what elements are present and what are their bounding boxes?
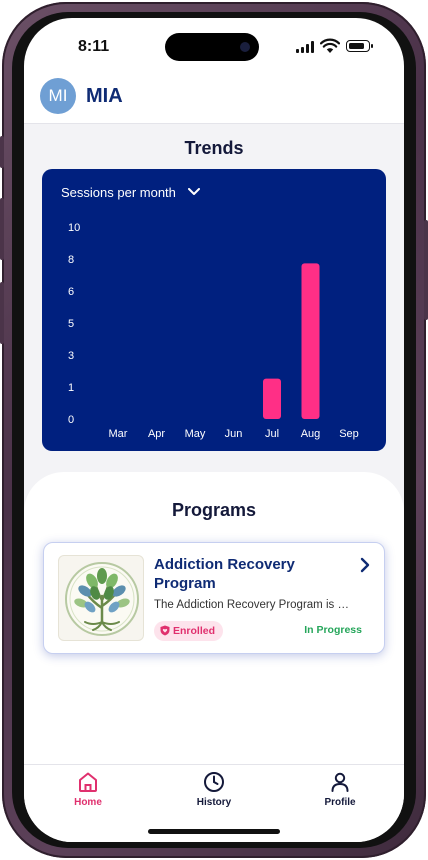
x-tick-label: May [185,428,206,440]
tab-history-label: History [196,797,232,808]
sessions-chart: 0 1 3 5 6 8 10 Mar Apr May Jun Jul Aug Sep [68,222,359,440]
y-tick-label: 5 [68,318,74,330]
dynamic-island [165,33,259,61]
avatar[interactable]: MI [40,78,76,114]
x-tick-label: Apr [148,428,165,440]
trends-title: Trends [184,138,244,158]
bar-aug[interactable] [301,263,320,419]
x-tick-label: Jun [225,428,243,440]
program-card[interactable]: Addiction Recovery Program The Addiction… [43,542,385,654]
x-tick-label: Jul [265,428,279,440]
tab-home[interactable]: Home [48,771,128,821]
chart-metric-dropdown[interactable]: Sessions per month [61,185,200,200]
tab-profile-label: Profile [324,797,356,808]
y-tick-label: 1 [68,382,74,394]
tab-bar: Home History Profile [24,764,404,842]
volume-up-button [0,198,4,260]
trends-chart-card: 0 1 3 5 6 8 10 Mar Apr May Jun Jul Aug Sep Sessions p… [42,169,386,451]
app-header: MI MIA [24,74,404,124]
tab-profile[interactable]: Profile [300,771,380,821]
bar-jul[interactable] [263,378,281,419]
screen: 8:11 MI MIA Trends 0 1 3 5 6 8 10 Mar Apr May Jun J… [24,18,404,842]
program-status: In Progress [304,624,362,636]
battery-icon [346,40,373,52]
y-tick-label: 6 [68,286,74,298]
wifi-icon [320,38,340,53]
programs-section: Programs Addiction Recovery Program The … [24,472,404,772]
y-tick-label: 3 [68,350,74,362]
action-button [0,136,4,168]
tree-of-life-icon [58,555,144,641]
user-icon [331,772,349,792]
home-icon [79,772,97,792]
program-description: The Addiction Recovery Program is design… [154,599,354,611]
shield-heart-icon [160,625,170,636]
status-bar: 8:11 [24,18,404,74]
camera-icon [240,42,250,52]
chevron-down-icon [187,188,200,195]
x-tick-label: Sep [339,428,359,440]
tab-history[interactable]: History [174,771,254,821]
x-tick-label: Mar [109,428,128,440]
battery-level [348,42,364,49]
volume-down-button [0,282,4,344]
y-tick-label: 10 [68,222,80,234]
tab-home-label: Home [74,797,102,808]
programs-title: Programs [171,500,257,520]
enrolled-badge: Enrolled [154,621,224,641]
app-name: MIA [86,85,123,107]
y-tick-label: 0 [68,414,74,426]
x-tick-label: Aug [301,428,321,440]
home-indicator [148,829,280,834]
power-button [424,220,428,320]
program-title: Addiction Recovery Program [154,556,295,592]
chart-metric-label: Sessions per month [61,185,176,200]
cellular-signal-icon [296,41,314,53]
status-time: 8:11 [78,38,110,55]
y-tick-label: 8 [68,254,74,266]
chevron-right-icon[interactable] [360,557,370,573]
clock-icon [204,772,224,792]
badge-label: Enrolled [173,625,216,637]
main-content: Trends 0 1 3 5 6 8 10 Mar Apr May Jun Jul Aug Sep Ses… [24,124,404,772]
